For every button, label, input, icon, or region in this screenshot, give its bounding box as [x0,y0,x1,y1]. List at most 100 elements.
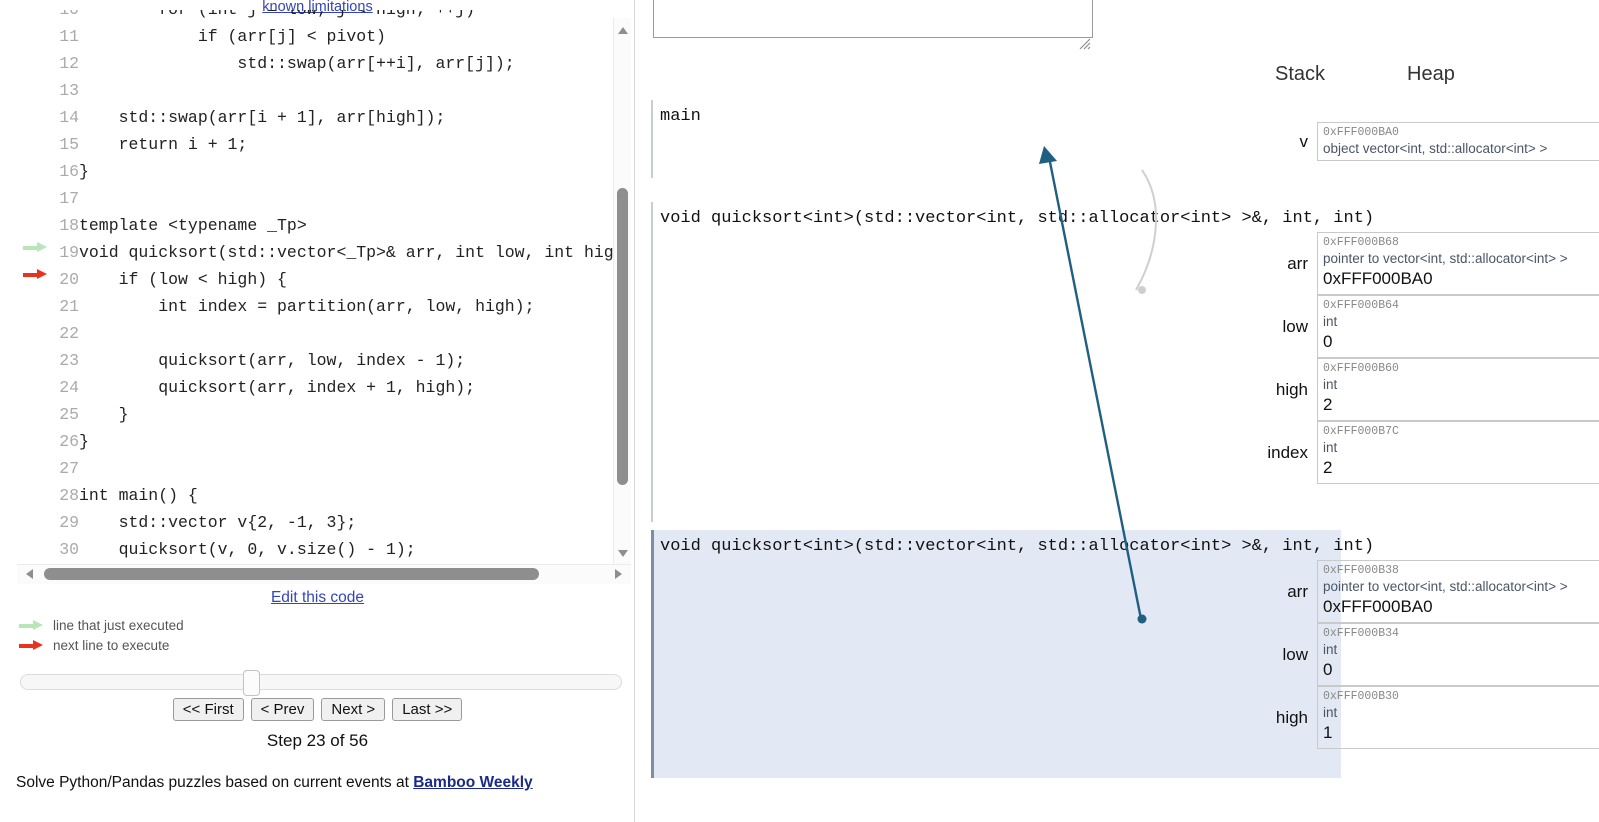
code-line-text: std::swap(arr[i + 1], arr[high]); [79,108,446,127]
variable-row: v 0xFFF000BA0 object vector<int, std::allo… [945,122,1599,161]
first-button[interactable]: << First [172,698,244,721]
variable-address: 0xFFF000B34 [1323,627,1399,640]
code-line-number: 11 [59,27,79,46]
code-vertical-scrollbar[interactable] [613,18,631,566]
step-controls: << First < Prev Next > Last >> [0,698,634,721]
edit-this-code-link[interactable]: Edit this code [271,589,364,606]
variable-box: 0xFFF000B34 int 0 [1317,623,1599,686]
frame-left-bar [651,530,654,778]
code-line-text: } [79,162,89,181]
variable-address: 0xFFF000B64 [1323,299,1399,312]
variable-box: 0xFFF000B38 pointer to vector<int, std::a… [1317,560,1599,623]
variable-box: 0xFFF000B30 int 1 [1317,686,1599,749]
variable-name: index [1267,442,1308,462]
code-line-text: int main() { [79,486,198,505]
prev-button[interactable]: < Prev [250,698,315,721]
code-line-text: std::swap(arr[++i], arr[j]); [79,54,515,73]
code-line-row: 28 int main() { [17,482,625,509]
frame-variables: v 0xFFF000BA0 object vector<int, std::allo… [945,122,1599,161]
variable-value: 1 [1323,723,1333,742]
code-line-text: if (low < high) { [79,270,287,289]
code-line-number: 28 [59,486,79,505]
code-line-row: 27 [17,455,625,482]
legend-next-line: next line to execute [19,638,169,653]
code-line-text: if (arr[j] < pivot) [79,27,386,46]
horizontal-scroll-thumb[interactable] [44,568,539,580]
legend-next-line-label: next line to execute [53,638,170,653]
last-button[interactable]: Last >> [392,698,463,721]
code-line-number: 26 [59,432,79,451]
variable-name: high [1275,707,1308,727]
code-line-number: 17 [59,189,79,208]
code-line-number: 21 [59,297,79,316]
code-line-text [79,77,625,104]
variable-type: pointer to vector<int, std::allocator<in… [1323,579,1568,594]
code-line-text: void quicksort(std::vector<_Tp>& arr, in… [79,243,625,262]
code-horizontal-scrollbar[interactable] [17,564,631,584]
bamboo-weekly-link[interactable]: Bamboo Weekly [413,774,532,791]
textarea-resize-handle-icon[interactable] [1079,38,1091,50]
variable-row: high 0xFFF000B30 int 1 [945,686,1599,749]
variable-address: 0xFFF000B60 [1323,362,1399,375]
frame-title: void quicksort<int>(std::vector<int, std… [660,537,1375,556]
variable-address: 0xFFF000B68 [1323,236,1399,249]
code-line-number: 23 [59,351,79,370]
promo-prefix: Solve Python/Pandas puzzles based on cur… [16,774,414,791]
stdin-textarea[interactable] [653,0,1093,38]
variable-box: 0xFFF000B7C int 2 [1317,421,1599,484]
code-line-marker-cell [17,23,47,50]
code-line-marker-cell [17,50,47,77]
code-line-marker-cell [17,293,47,320]
code-line-number: 10 [47,10,79,23]
code-line-row: 13 [17,77,625,104]
variable-box: 0xFFF000B68 pointer to vector<int, std::a… [1317,232,1599,295]
variable-value: 0 [1323,660,1333,679]
variable-address: 0xFFF000B30 [1323,690,1399,703]
variable-type: int [1323,314,1338,329]
code-line-marker-cell [17,509,47,536]
step-slider[interactable] [20,670,622,696]
variable-value: 2 [1323,395,1333,414]
variable-value: 0xFFF000BA0 [1323,597,1433,616]
heap-heading: Heap [1407,63,1455,85]
variable-name: high [1275,379,1308,399]
vertical-scroll-thumb[interactable] [617,188,628,485]
visualizer-pane: Stack Heap main v 0xFFF000BA0 object vector… [636,0,1599,822]
scroll-down-arrow-icon[interactable] [618,550,628,557]
variable-row: low 0xFFF000B34 int 0 [945,623,1599,686]
code-line-text: std::vector v{2, -1, 3}; [79,513,357,532]
scroll-right-arrow-icon[interactable] [615,569,622,579]
step-slider-thumb[interactable] [243,670,261,696]
next-button[interactable]: Next > [321,698,386,721]
code-line-row: 21 int index = partition(arr, low, high)… [17,293,625,320]
code-line-row: 19 void quicksort(std::vector<_Tp>& arr, … [17,239,625,266]
code-line-number: 24 [59,378,79,397]
variable-name: v [1299,131,1309,151]
variable-box: 0xFFF000B64 int 0 [1317,295,1599,358]
variable-type: object vector<int, std::allocator<int> > [1323,141,1548,156]
code-line-marker-cell [17,77,47,104]
code-line-row: 10 for (int j = low; j < high; ++j) [17,10,625,23]
variable-type: int [1323,377,1338,392]
code-line-row: 30 quicksort(v, 0, v.size() - 1); [17,536,625,563]
app-root: known limitations 10 for (int j = low; j… [0,0,1599,822]
code-line-row: 25 } [17,401,625,428]
code-line-text: template <typename _Tp> [79,216,307,235]
code-line-row: 23 quicksort(arr, low, index - 1); [17,347,625,374]
stack-frame: main v 0xFFF000BA0 object vector<int, std::… [651,100,1599,178]
frame-variables: arr 0xFFF000B68 pointer to vector<int, std… [945,232,1599,484]
scroll-left-arrow-icon[interactable] [26,569,33,579]
variable-address: 0xFFF000B7C [1323,425,1399,438]
variable-name: low [1282,644,1308,664]
frame-variables: arr 0xFFF000B38 pointer to vector<int, std… [945,560,1599,749]
code-line-number: 27 [59,459,79,478]
scroll-up-arrow-icon[interactable] [618,27,628,34]
code-line-marker-cell [17,347,47,374]
variable-name: arr [1287,253,1308,273]
variable-row: arr 0xFFF000B38 pointer to vector<int, std… [945,560,1599,623]
code-line-text: } [79,405,129,424]
code-line-text: } [79,432,89,451]
code-line-text: quicksort(arr, low, index - 1); [79,351,466,370]
edit-code-container: Edit this code [0,589,634,607]
red-arrow-icon [19,640,43,651]
